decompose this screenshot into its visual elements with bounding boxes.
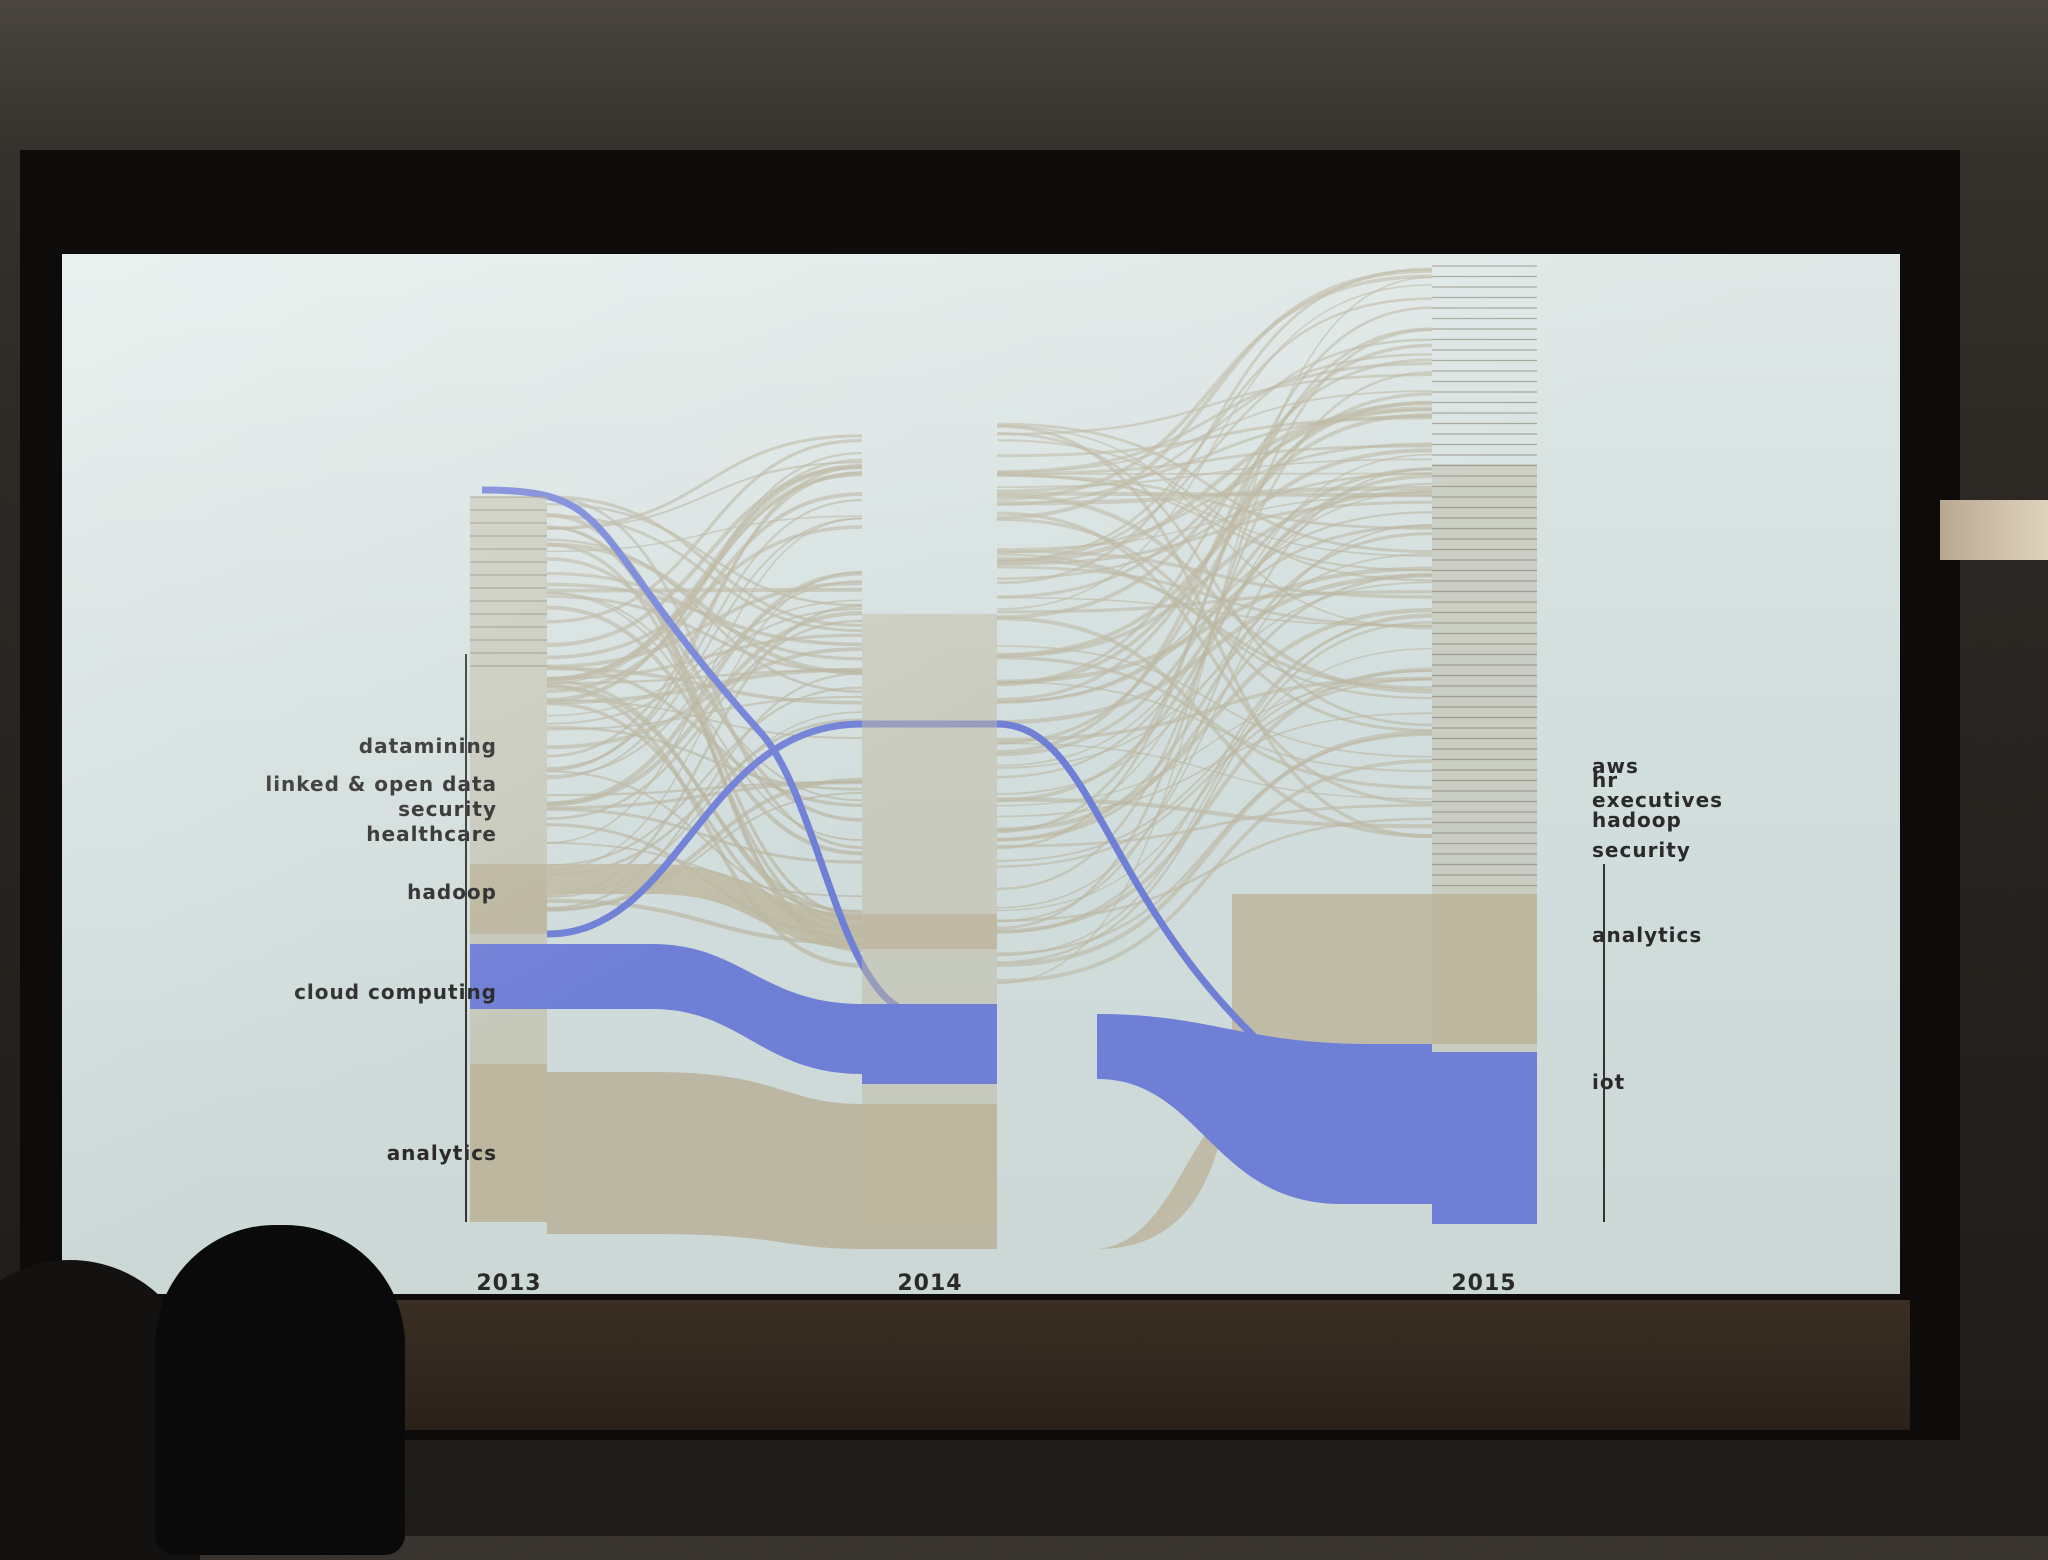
audience-head — [155, 1225, 405, 1555]
screen-glare — [62, 254, 1900, 1294]
ceiling — [0, 0, 2048, 150]
sankey-diagram: datamininglinked & open datasecurityheal… — [62, 254, 1900, 1294]
projected-slide: datamininglinked & open datasecurityheal… — [62, 254, 1900, 1294]
wall-light — [1940, 500, 2048, 560]
room-background: datamininglinked & open datasecurityheal… — [0, 0, 2048, 1560]
